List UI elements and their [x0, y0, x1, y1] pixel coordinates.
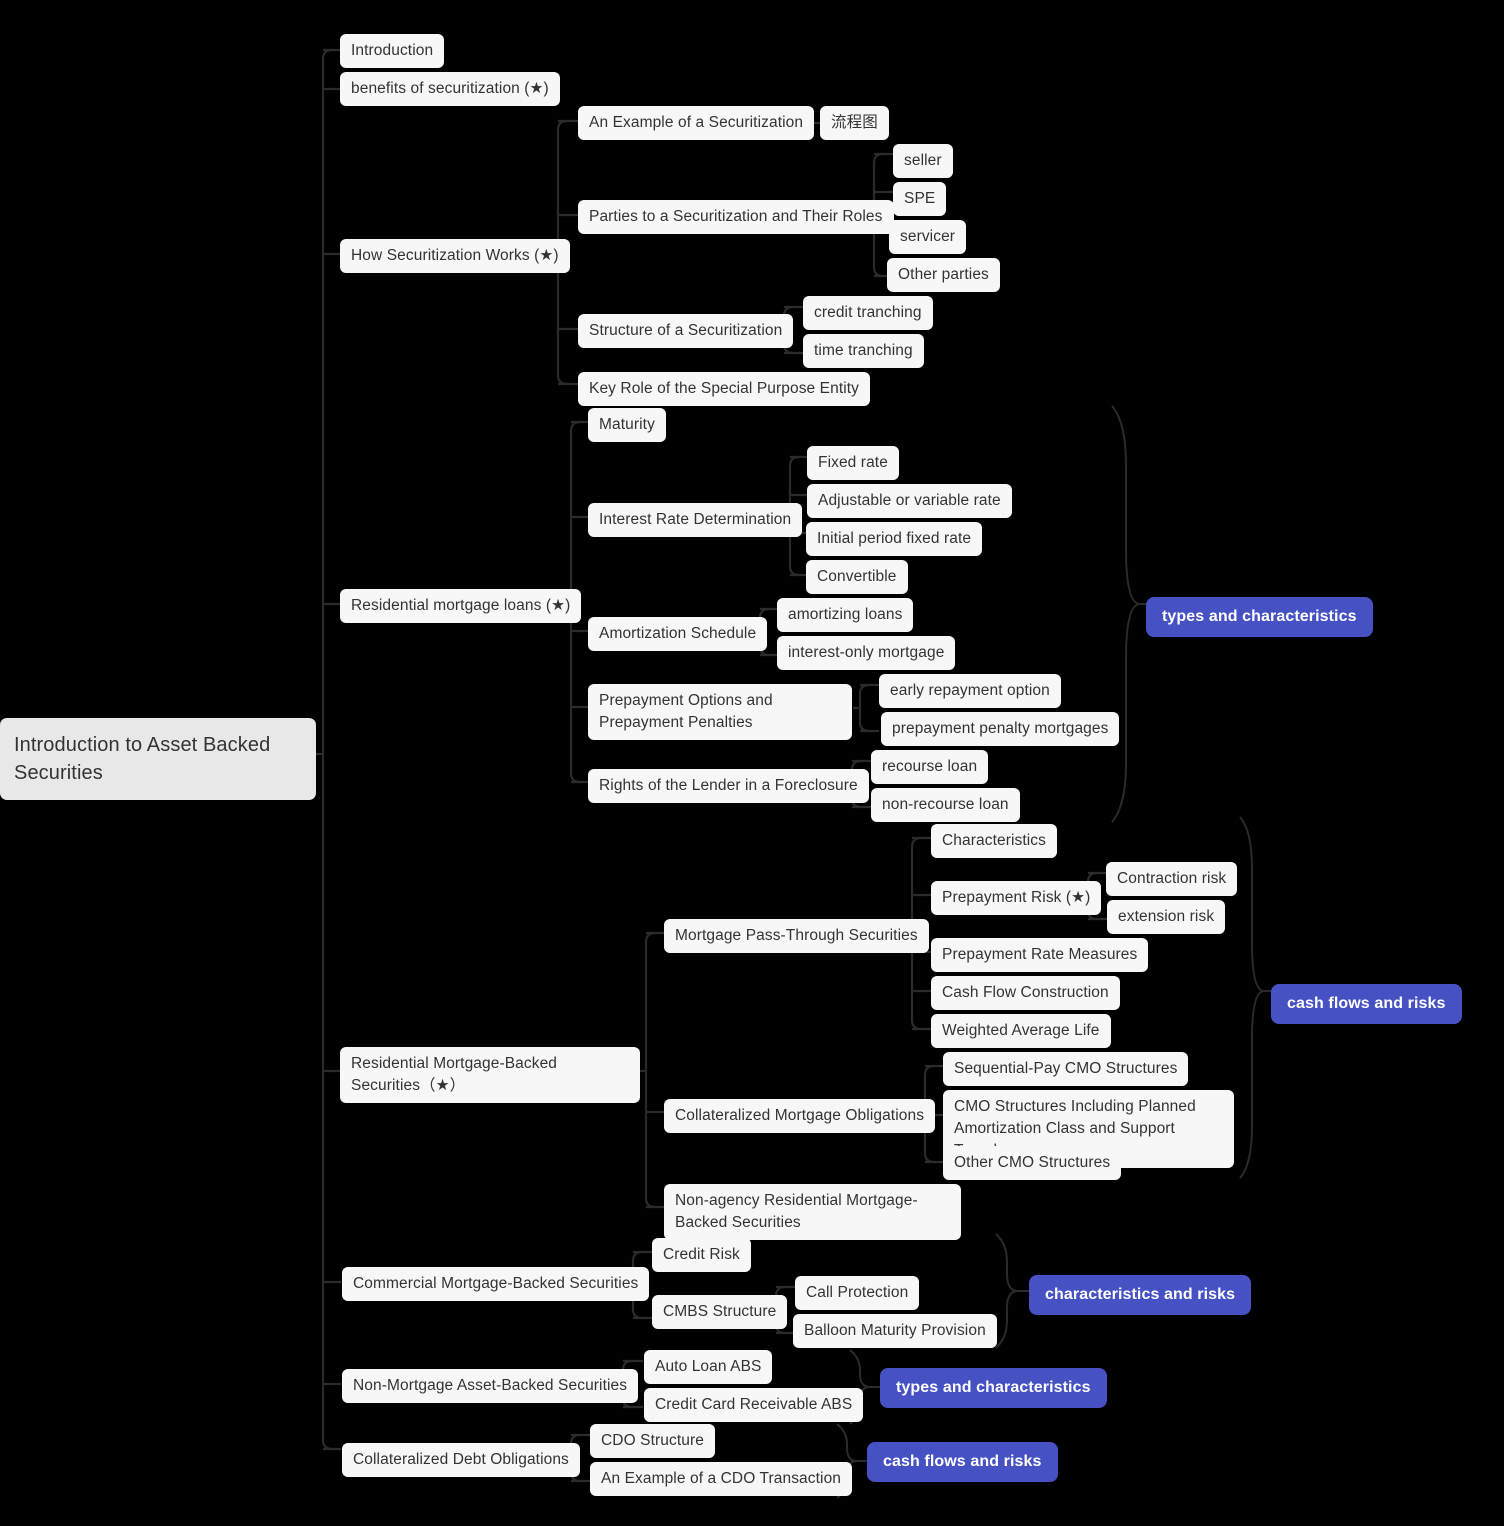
brace-residential-types [1108, 404, 1150, 824]
brace-cmbs-characteristics [992, 1232, 1032, 1350]
badge-characteristics-and-risks[interactable]: characteristics and risks [1029, 1275, 1252, 1315]
node-initial-period-fixed-rate[interactable]: Initial period fixed rate [806, 522, 983, 556]
node-mortgage-pass-through[interactable]: Mortgage Pass-Through Securities [664, 919, 929, 953]
mindmap-canvas: Introduction to Asset Backed Securities … [0, 0, 1504, 1526]
node-prepayment-options[interactable]: Prepayment Options and Prepayment Penalt… [588, 684, 852, 740]
node-balloon-maturity-provision[interactable]: Balloon Maturity Provision [793, 1314, 997, 1348]
node-an-example-of-a-securitization[interactable]: An Example of a Securitization [578, 106, 815, 140]
node-characteristics[interactable]: Characteristics [931, 824, 1057, 858]
node-how-securitization-works[interactable]: How Securitization Works (★) [340, 239, 570, 273]
node-contraction-risk[interactable]: Contraction risk [1106, 862, 1238, 896]
node-amortization-schedule[interactable]: Amortization Schedule [588, 617, 768, 651]
node-call-protection[interactable]: Call Protection [795, 1276, 920, 1310]
node-residential-mortgage-loans[interactable]: Residential mortgage loans (★) [340, 589, 582, 623]
brace-rmbs-cashflows [1236, 815, 1276, 1180]
node-prepayment-penalty-mortgages[interactable]: prepayment penalty mortgages [881, 712, 1120, 746]
node-maturity[interactable]: Maturity [588, 408, 666, 442]
badge-types-and-characteristics-loans[interactable]: types and characteristics [1146, 597, 1373, 637]
connector-rmbs [636, 920, 668, 1220]
node-cmo[interactable]: Collateralized Mortgage Obligations [664, 1099, 936, 1133]
node-interest-only-mortgage[interactable]: interest-only mortgage [777, 636, 956, 670]
node-adjustable-or-variable-rate[interactable]: Adjustable or variable rate [807, 484, 1012, 518]
node-auto-loan-abs[interactable]: Auto Loan ABS [644, 1350, 773, 1384]
connector-prepayment-options [853, 676, 881, 741]
node-cdo[interactable]: Collateralized Debt Obligations [342, 1443, 580, 1477]
badge-cash-flows-and-risks-rmbs[interactable]: cash flows and risks [1271, 984, 1462, 1024]
node-early-repayment-option[interactable]: early repayment option [879, 674, 1061, 708]
root-node[interactable]: Introduction to Asset Backed Securities [0, 718, 316, 800]
badge-cash-flows-and-risks-cdo[interactable]: cash flows and risks [867, 1442, 1058, 1482]
node-credit-risk[interactable]: Credit Risk [652, 1238, 751, 1272]
node-fixed-rate[interactable]: Fixed rate [807, 446, 899, 480]
node-recourse-loan[interactable]: recourse loan [871, 750, 989, 784]
node-introduction[interactable]: Introduction [340, 34, 445, 68]
node-cmbs[interactable]: Commercial Mortgage-Backed Securities [342, 1267, 650, 1301]
node-credit-tranching[interactable]: credit tranching [803, 296, 933, 330]
node-cdo-example[interactable]: An Example of a CDO Transaction [590, 1462, 853, 1496]
badge-types-and-characteristics-abs[interactable]: types and characteristics [880, 1368, 1107, 1408]
node-prepayment-rate-measures[interactable]: Prepayment Rate Measures [931, 938, 1149, 972]
node-seller[interactable]: seller [893, 144, 953, 178]
node-non-agency-rmbs[interactable]: Non-agency Residential Mortgage-Backed S… [664, 1184, 961, 1240]
node-convertible[interactable]: Convertible [806, 560, 908, 594]
node-credit-card-abs[interactable]: Credit Card Receivable ABS [644, 1388, 864, 1422]
node-weighted-average-life[interactable]: Weighted Average Life [931, 1014, 1111, 1048]
node-rights-of-lender[interactable]: Rights of the Lender in a Foreclosure [588, 769, 869, 803]
node-time-tranching[interactable]: time tranching [803, 334, 924, 368]
node-prepayment-risk[interactable]: Prepayment Risk (★) [931, 881, 1102, 915]
node-parties-to-a-securitization[interactable]: Parties to a Securitization and Their Ro… [578, 200, 894, 234]
node-non-mortgage-abs[interactable]: Non-Mortgage Asset-Backed Securities [342, 1369, 639, 1403]
node-other-parties[interactable]: Other parties [887, 258, 1000, 292]
node-sequential-pay-cmo[interactable]: Sequential-Pay CMO Structures [943, 1052, 1189, 1086]
node-cash-flow-construction[interactable]: Cash Flow Construction [931, 976, 1120, 1010]
node-other-cmo-structures[interactable]: Other CMO Structures [943, 1146, 1122, 1180]
node-non-recourse-loan[interactable]: non-recourse loan [871, 788, 1020, 822]
node-benefits-of-securitization[interactable]: benefits of securitization (★) [340, 72, 560, 106]
node-amortizing-loans[interactable]: amortizing loans [777, 598, 914, 632]
node-key-role-of-spe[interactable]: Key Role of the Special Purpose Entity [578, 372, 871, 406]
node-rmbs[interactable]: Residential Mortgage-Backed Securities（★… [340, 1047, 640, 1103]
node-extension-risk[interactable]: extension risk [1107, 900, 1226, 934]
node-structure-of-a-securitization[interactable]: Structure of a Securitization [578, 314, 794, 348]
node-spe[interactable]: SPE [893, 182, 947, 216]
node-flow-chart[interactable]: 流程图 [820, 106, 889, 140]
node-interest-rate-determination[interactable]: Interest Rate Determination [588, 503, 803, 537]
node-cdo-structure[interactable]: CDO Structure [590, 1424, 715, 1458]
node-cmbs-structure[interactable]: CMBS Structure [652, 1295, 788, 1329]
node-servicer[interactable]: servicer [889, 220, 967, 254]
